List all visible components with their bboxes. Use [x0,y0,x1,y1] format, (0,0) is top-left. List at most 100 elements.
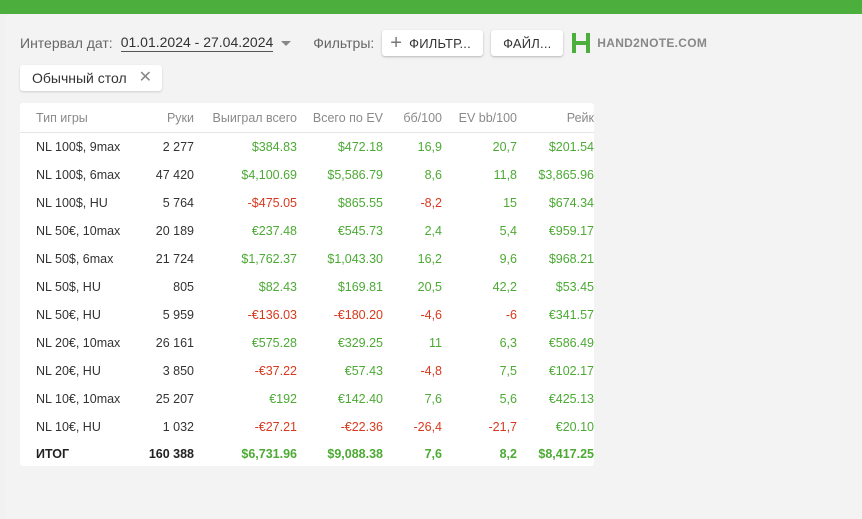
cell-bb100: -4,6 [420,308,442,322]
cell-evbb100: 5,4 [499,224,517,238]
column-header-game-type[interactable]: Тип игры [20,103,140,133]
cell-ev: $472.18 [337,140,383,154]
table-row[interactable]: NL 100$, 6max 47 420 $4,100.69 $5,586.79 8,6… [20,161,594,189]
cell-hands: 25 207 [155,392,194,406]
top-accent-bar [0,0,862,14]
cell-ev: €545.73 [337,224,383,238]
cell-ev: $865.55 [337,196,383,210]
cell-rake: €341.57 [548,308,594,322]
file-button[interactable]: ФАЙЛ... [491,30,564,56]
cell-won: -$475.05 [247,196,297,210]
cell-game: NL 100$, 6max [36,168,121,182]
cell-rake: $3,865.96 [538,168,594,182]
table-row[interactable]: NL 100$, 9max 2 277 $384.83 $472.18 16,9 20,7… [20,133,594,162]
cell-evbb100: 8,2 [499,447,517,461]
cell-bb100: 16,9 [417,140,442,154]
cell-bb100: 2,4 [424,224,442,238]
cell-evbb100: 9,6 [499,252,517,266]
cell-won: $82.43 [258,280,297,294]
cell-game: NL 100$, HU [36,196,108,210]
cell-evbb100: -6 [505,308,517,322]
table-row[interactable]: NL 50€, 10max 20 189 €237.48 €545.73 2,4 5,4 €… [20,217,594,245]
date-interval-label: Интервал дат: [20,35,113,51]
add-filter-button[interactable]: + ФИЛЬТР... [382,30,484,56]
table-row[interactable]: NL 20€, 10max 26 161 €575.28 €329.25 11 6,3 €5… [20,329,594,357]
column-header-hands[interactable]: Руки [140,103,194,133]
cell-ev: $169.81 [337,280,383,294]
cell-ev: $9,088.38 [327,447,383,461]
column-header-won-total[interactable]: Выиграл всего [194,103,297,133]
date-range-picker[interactable]: 01.01.2024 - 27.04.2024 [120,34,274,52]
cell-evbb100: 11,8 [493,168,517,182]
cell-won: $384.83 [251,140,297,154]
cell-game: NL 50€, HU [36,308,101,322]
cell-won: $6,731.96 [241,447,297,461]
cell-won: €192 [269,392,297,406]
cell-hands: 3 850 [162,364,194,378]
cell-rake: $968.21 [548,252,594,266]
cell-rake: $53.45 [555,280,594,294]
table-row[interactable]: NL 10€, HU 1 032 -€27.21 -€22.36 -26,4 -21,7 €… [20,413,594,441]
cell-evbb100: 42,2 [492,280,517,294]
hand2note-logo-icon [572,33,591,53]
cell-evbb100: 6,3 [499,336,517,350]
cell-won: $4,100.69 [241,168,297,182]
cell-evbb100: -21,7 [488,420,518,434]
cell-bb100: 11 [429,336,442,350]
cell-game: NL 50$, HU [36,280,101,294]
table-row[interactable]: NL 50€, HU 5 959 -€136.03 -€180.20 -4,6 -6 €34… [20,301,594,329]
cell-bb100: 7,6 [424,392,442,406]
cell-won: -€27.21 [254,420,297,434]
cell-rake: €20.10 [555,420,594,434]
column-header-ev-total[interactable]: Всего по EV [297,103,383,133]
cell-game: NL 50€, 10max [36,224,121,238]
cell-bb100: 20,5 [417,280,442,294]
cell-bb100: -8,2 [420,196,442,210]
filter-chip[interactable]: Обычный стол ✕ [20,65,163,91]
cell-bb100: 7,6 [424,447,442,461]
cell-won: $1,762.37 [241,252,297,266]
filters-label: Фильтры: [313,35,375,51]
cell-won: €237.48 [251,224,297,238]
table-total-row[interactable]: ИТОГ 160 388 $6,731.96 $9,088.38 7,6 8,2 $8,41… [20,441,594,467]
cell-game: NL 50$, 6max [36,252,114,266]
cell-bb100: 16,2 [417,252,442,266]
cell-bb100: -4,8 [420,364,442,378]
cell-rake: €425.13 [548,392,594,406]
cell-hands: 805 [173,280,194,294]
table-row[interactable]: NL 50$, 6max 21 724 $1,762.37 $1,043.30 16,2… [20,245,594,273]
close-icon[interactable]: ✕ [139,70,152,86]
cell-hands: 2 277 [162,140,194,154]
results-table-container: Тип игры Руки Выиграл всего Всего по EV … [20,103,594,466]
table-row[interactable]: NL 50$, HU 805 $82.43 $169.81 20,5 42,2 $53.45 [20,273,594,301]
cell-evbb100: 7,5 [499,364,517,378]
hand2note-logo: HAND2NOTE.COM [571,32,707,54]
cell-hands: 5 764 [162,196,194,210]
cell-game: NL 20€, 10max [36,336,121,350]
cell-game: ИТОГ [36,447,70,461]
cell-hands: 21 724 [155,252,194,266]
table-row[interactable]: NL 10€, 10max 25 207 €192 €142.40 7,6 5,6 €425… [20,385,594,413]
add-filter-button-label: ФИЛЬТР... [409,35,471,51]
cell-ev: €329.25 [337,336,383,350]
filter-chip-label: Обычный стол [32,70,127,86]
cell-evbb100: 15 [503,196,517,210]
cell-rake: $8,417.25 [538,447,594,461]
table-row[interactable]: NL 20€, HU 3 850 -€37.22 €57.43 -4,8 7,5 €102.… [20,357,594,385]
cell-won: -€37.22 [254,364,297,378]
table-header-row: Тип игры Руки Выиграл всего Всего по EV … [20,103,594,133]
cell-game: NL 20€, HU [36,364,101,378]
cell-hands: 47 420 [155,168,194,182]
cell-game: NL 10€, 10max [36,392,121,406]
cell-hands: 20 189 [155,224,194,238]
column-header-rake[interactable]: Рейк [517,103,594,133]
cell-ev: €142.40 [337,392,383,406]
table-row[interactable]: NL 100$, HU 5 764 -$475.05 $865.55 -8,2 15 $67… [20,189,594,217]
cell-rake: €586.49 [548,336,594,350]
column-header-ev-bb100[interactable]: EV bb/100 [442,103,517,133]
chevron-down-icon[interactable] [281,40,292,46]
cell-won: €575.28 [251,336,297,350]
column-header-bb100[interactable]: бб/100 [383,103,442,133]
plus-icon: + [390,32,403,54]
cell-hands: 160 388 [148,447,194,461]
